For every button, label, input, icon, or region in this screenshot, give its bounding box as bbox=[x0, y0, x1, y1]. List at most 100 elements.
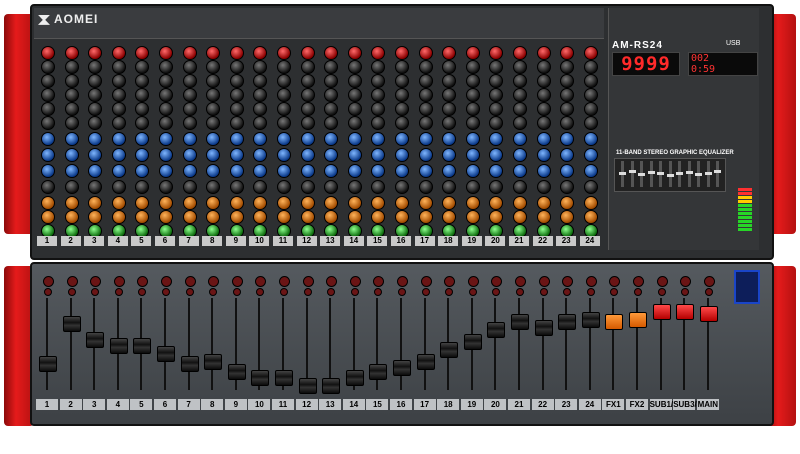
fader-cap[interactable] bbox=[298, 378, 317, 394]
channel-knob[interactable] bbox=[347, 132, 362, 146]
eq-band-slider[interactable] bbox=[666, 161, 674, 187]
channel-knob[interactable] bbox=[465, 180, 480, 194]
channel-knob[interactable] bbox=[465, 132, 480, 146]
mute-button[interactable] bbox=[492, 288, 501, 296]
mute-button[interactable] bbox=[185, 288, 194, 296]
channel-knob[interactable] bbox=[395, 180, 409, 194]
usb-port[interactable] bbox=[734, 270, 760, 304]
channel-knob[interactable] bbox=[111, 180, 126, 194]
channel-knob[interactable] bbox=[229, 210, 244, 224]
channel-knob[interactable] bbox=[347, 116, 362, 130]
channel-knob[interactable] bbox=[253, 102, 268, 116]
eq-band-cap[interactable] bbox=[714, 169, 721, 173]
channel-knob[interactable] bbox=[111, 116, 126, 130]
channel-knob[interactable] bbox=[64, 46, 79, 60]
channel-knob[interactable] bbox=[64, 132, 79, 146]
eq-band-slider[interactable] bbox=[704, 161, 712, 187]
channel-knob[interactable] bbox=[347, 196, 362, 210]
channel-knob[interactable] bbox=[253, 88, 268, 102]
mute-button[interactable] bbox=[280, 288, 288, 296]
channel-knob[interactable] bbox=[465, 196, 480, 210]
channel-knob[interactable] bbox=[583, 88, 598, 102]
channel-knob[interactable] bbox=[489, 164, 504, 178]
channel-knob[interactable] bbox=[64, 74, 79, 88]
eq-band-cap[interactable] bbox=[647, 170, 655, 174]
channel-knob[interactable] bbox=[513, 210, 527, 224]
select-button[interactable] bbox=[161, 276, 172, 287]
channel-knob[interactable] bbox=[135, 102, 150, 116]
channel-knob[interactable] bbox=[418, 148, 433, 162]
select-button[interactable] bbox=[467, 276, 479, 287]
channel-knob[interactable] bbox=[41, 148, 55, 162]
channel-knob[interactable] bbox=[489, 88, 504, 102]
mute-button[interactable] bbox=[350, 288, 359, 296]
channel-knob[interactable] bbox=[442, 180, 457, 194]
fader-cap[interactable] bbox=[133, 338, 152, 354]
channel-knob[interactable] bbox=[277, 180, 291, 194]
mute-button[interactable] bbox=[209, 288, 218, 296]
channel-knob[interactable] bbox=[111, 74, 126, 88]
eq-band-slider[interactable] bbox=[638, 161, 645, 187]
channel-knob[interactable] bbox=[395, 102, 409, 116]
channel-knob[interactable] bbox=[324, 210, 339, 224]
channel-knob[interactable] bbox=[64, 180, 79, 194]
channel-knob[interactable] bbox=[324, 164, 339, 178]
channel-knob[interactable] bbox=[229, 74, 244, 88]
channel-knob[interactable] bbox=[229, 164, 244, 178]
channel-knob[interactable] bbox=[300, 132, 315, 146]
select-button[interactable] bbox=[373, 276, 385, 287]
fader-cap[interactable] bbox=[251, 370, 270, 386]
channel-knob[interactable] bbox=[253, 210, 268, 224]
channel-knob[interactable] bbox=[371, 210, 386, 224]
channel-knob[interactable] bbox=[253, 116, 268, 130]
channel-knob[interactable] bbox=[64, 164, 79, 178]
channel-knob[interactable] bbox=[442, 116, 457, 130]
mute-button[interactable] bbox=[138, 288, 147, 296]
mute-button[interactable] bbox=[303, 288, 312, 296]
select-button[interactable] bbox=[491, 276, 503, 287]
channel-knob[interactable] bbox=[229, 60, 244, 74]
select-button[interactable] bbox=[137, 276, 149, 287]
channel-knob[interactable] bbox=[41, 164, 55, 178]
channel-knob[interactable] bbox=[41, 196, 55, 210]
channel-knob[interactable] bbox=[277, 210, 291, 224]
channel-knob[interactable] bbox=[371, 46, 386, 60]
channel-knob[interactable] bbox=[206, 180, 221, 194]
channel-knob[interactable] bbox=[206, 88, 221, 102]
mute-button[interactable] bbox=[539, 288, 548, 296]
channel-knob[interactable] bbox=[583, 60, 598, 74]
channel-knob[interactable] bbox=[395, 164, 409, 178]
eq-band-cap[interactable] bbox=[676, 172, 683, 175]
channel-knob[interactable] bbox=[41, 46, 55, 60]
channel-knob[interactable] bbox=[536, 74, 551, 88]
channel-knob[interactable] bbox=[560, 102, 575, 116]
channel-knob[interactable] bbox=[418, 88, 433, 102]
channel-knob[interactable] bbox=[489, 74, 504, 88]
channel-knob[interactable] bbox=[64, 210, 79, 224]
channel-knob[interactable] bbox=[536, 164, 551, 178]
mute-button[interactable] bbox=[516, 288, 524, 296]
channel-knob[interactable] bbox=[560, 74, 575, 88]
channel-knob[interactable] bbox=[560, 116, 575, 130]
channel-knob[interactable] bbox=[489, 210, 504, 224]
channel-knob[interactable] bbox=[88, 74, 103, 88]
select-button[interactable] bbox=[609, 276, 621, 287]
fader-cap[interactable] bbox=[275, 370, 293, 386]
channel-knob[interactable] bbox=[418, 46, 433, 60]
channel-knob[interactable] bbox=[324, 74, 339, 88]
channel-knob[interactable] bbox=[347, 74, 362, 88]
channel-knob[interactable] bbox=[41, 132, 55, 146]
fader-cap[interactable] bbox=[605, 314, 624, 330]
channel-knob[interactable] bbox=[513, 60, 527, 74]
fader-cap[interactable] bbox=[345, 370, 364, 386]
channel-knob[interactable] bbox=[324, 102, 339, 116]
mute-button[interactable] bbox=[468, 288, 477, 296]
mute-button[interactable] bbox=[634, 288, 642, 296]
channel-knob[interactable] bbox=[41, 180, 55, 194]
eq-band-cap[interactable] bbox=[666, 174, 674, 178]
channel-knob[interactable] bbox=[583, 74, 598, 88]
channel-knob[interactable] bbox=[560, 148, 575, 162]
channel-knob[interactable] bbox=[88, 60, 103, 74]
channel-knob[interactable] bbox=[513, 102, 527, 116]
channel-knob[interactable] bbox=[560, 60, 575, 74]
